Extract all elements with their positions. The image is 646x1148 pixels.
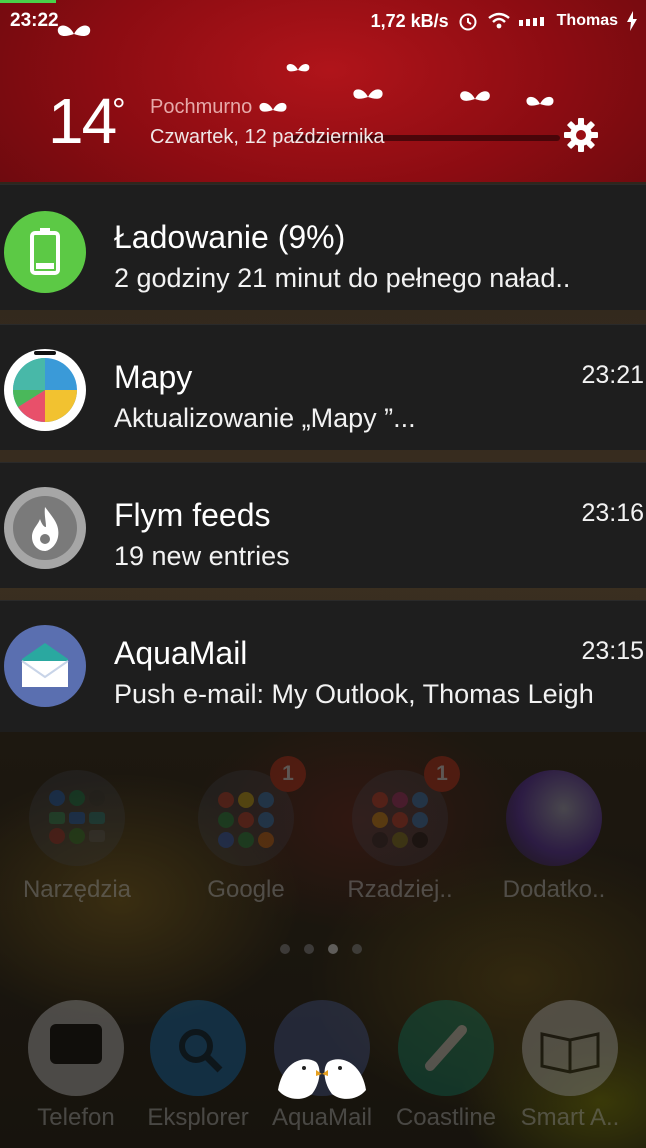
- butterfly-icon: [526, 96, 554, 106]
- notification-title: Flym feeds: [114, 497, 271, 533]
- birds-decoration-icon: [278, 1059, 366, 1099]
- notification-text: Aktualizowanie „Mapy ”...: [114, 403, 416, 433]
- battery-icon: [4, 211, 86, 293]
- charging-icon: [627, 11, 637, 31]
- carrier-name: Thomas: [556, 12, 618, 29]
- signal-icon: [518, 17, 544, 26]
- notification-text: Push e-mail: My Outlook, Thomas Leigh: [114, 679, 594, 709]
- mail-icon: [4, 625, 86, 707]
- butterfly-icon: [259, 102, 287, 112]
- status-icons: 1,72 kB/s Thomas: [371, 10, 638, 32]
- degree-symbol: °: [112, 92, 126, 130]
- notification-aquamail[interactable]: AquaMail 23:15 Push e-mail: My Outlook, …: [0, 600, 646, 732]
- butterfly-icon: [286, 64, 310, 72]
- network-speed: 1,72 kB/s: [370, 10, 449, 31]
- notification-charging[interactable]: Ładowanie (9%) 2 godziny 21 minut do peł…: [0, 184, 646, 310]
- charging-indicator: [0, 0, 56, 3]
- butterfly-icon: [57, 25, 91, 36]
- notification-text: 19 new entries: [114, 541, 290, 571]
- status-bar: 23:22 1,72 kB/s Thomas: [0, 8, 646, 36]
- butterfly-icon: [353, 89, 383, 99]
- gear-icon[interactable]: [562, 116, 600, 154]
- butterfly-icon: [460, 91, 490, 101]
- alarm-icon: [459, 13, 477, 31]
- notification-shade-header: 23:22 1,72 kB/s Thomas 14 ° Pochmurno Cz…: [0, 0, 646, 182]
- weather-condition: Pochmurno: [150, 96, 253, 118]
- weather-temperature[interactable]: 14: [48, 84, 117, 158]
- notification-title: Mapy: [114, 359, 193, 395]
- notification-time: 23:15: [581, 637, 644, 665]
- notification-text: 2 godziny 21 minut do pełnego naład..: [114, 263, 571, 293]
- flame-icon: [4, 487, 86, 569]
- notification-title: Ładowanie (9%): [114, 219, 346, 255]
- notification-time: 23:16: [581, 499, 644, 527]
- wifi-icon: [487, 12, 510, 29]
- status-time: 23:22: [10, 10, 59, 31]
- maps-icon: [4, 349, 86, 431]
- weather-date: Czwartek, 12 października: [150, 126, 385, 148]
- notification-mapy[interactable]: Mapy 23:21 Aktualizowanie „Mapy ”...: [0, 324, 646, 450]
- notification-flym[interactable]: Flym feeds 23:16 19 new entries: [0, 462, 646, 588]
- notification-time: 23:21: [581, 361, 644, 389]
- notification-title: AquaMail: [114, 635, 248, 671]
